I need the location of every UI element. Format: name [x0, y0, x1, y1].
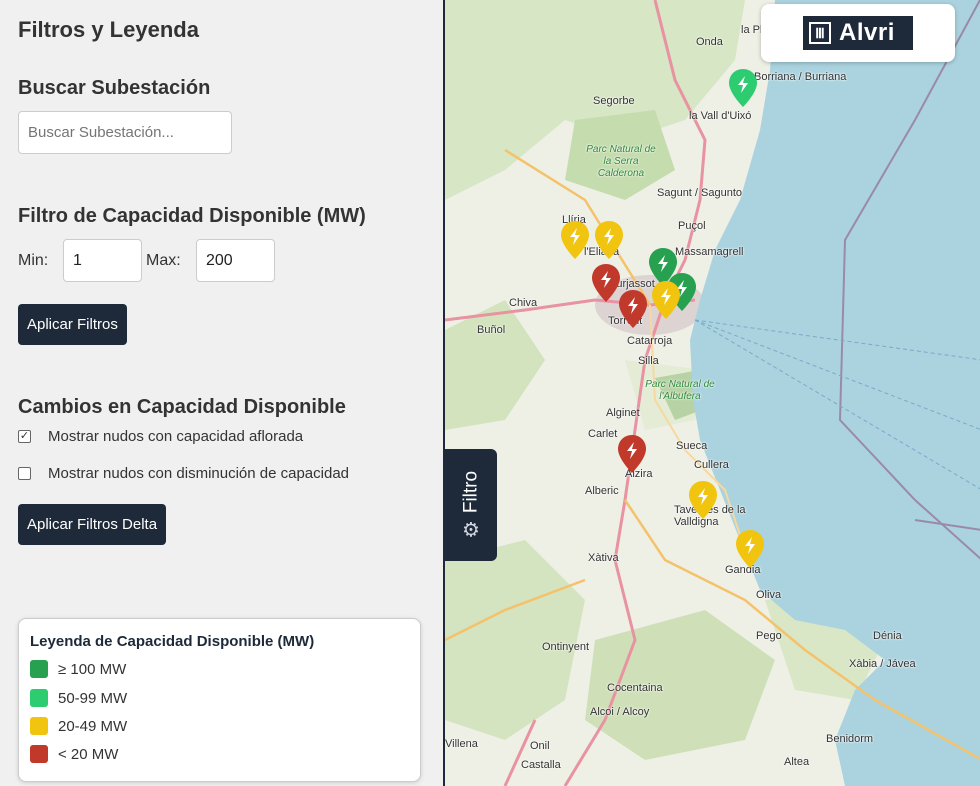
place-label: Xàtiva	[588, 552, 619, 564]
place-label: la Vall d'Uixó	[689, 110, 752, 122]
place-label: Xàbia / Jávea	[849, 658, 916, 670]
gear-icon: ⚙	[462, 519, 480, 542]
park-label: Parc Natural de la Serra Calderona	[586, 144, 656, 179]
place-label: Villena	[445, 738, 478, 750]
place-label: Altea	[784, 756, 810, 768]
filter-toggle-tab[interactable]: ⚙ Filtro	[445, 449, 497, 561]
map-view[interactable]: la Pla Onda Borriana / Burriana Segorbe …	[443, 0, 980, 786]
checkbox-checked[interactable]: ✓	[18, 430, 31, 443]
apply-filters-button[interactable]: Aplicar Filtros	[18, 304, 127, 345]
place-label: Puçol	[678, 220, 706, 232]
substation-marker[interactable]	[617, 434, 647, 474]
substation-marker[interactable]	[618, 289, 648, 329]
legend-item: < 20 MW	[30, 745, 118, 763]
delta-option-label: Mostrar nudos con disminución de capacid…	[48, 465, 350, 482]
place-label: Chiva	[509, 297, 538, 309]
place-label: Oliva	[756, 589, 782, 601]
place-label: Catarroja	[627, 335, 673, 347]
logo-mark-icon: Ⅲ	[809, 22, 831, 44]
place-label: Benidorm	[826, 733, 874, 745]
substation-marker[interactable]	[728, 68, 758, 108]
filter-sidebar: Filtros y Leyenda Buscar Subestación Fil…	[0, 0, 443, 786]
delta-option-decrease[interactable]: Mostrar nudos con disminución de capacid…	[18, 465, 349, 482]
filter-tab-label: Filtro	[460, 470, 481, 514]
legend-swatch	[30, 717, 48, 735]
capacity-heading: Filtro de Capacidad Disponible (MW)	[18, 205, 366, 227]
place-label: Dénia	[873, 630, 902, 642]
alvri-logo: Ⅲ Alvri	[761, 4, 955, 62]
substation-marker[interactable]	[735, 529, 765, 569]
search-heading: Buscar Subestación	[18, 77, 211, 99]
substation-marker[interactable]	[688, 480, 718, 520]
min-label: Min:	[18, 252, 49, 269]
place-label: Alcoi / Alcoy	[590, 706, 650, 718]
legend-label: 50-99 MW	[58, 689, 128, 707]
substation-marker[interactable]	[591, 263, 621, 303]
place-label: Alginet	[606, 407, 640, 419]
capacity-legend: Leyenda de Capacidad Disponible (MW) ≥ 1…	[18, 618, 421, 782]
legend-swatch	[30, 745, 48, 763]
park-label: Parc Natural de l'Albufera	[645, 379, 715, 402]
legend-label: 20-49 MW	[58, 717, 128, 735]
sidebar-title: Filtros y Leyenda	[18, 17, 199, 42]
checkbox-unchecked[interactable]	[18, 467, 31, 480]
legend-swatch	[30, 689, 48, 707]
place-label: Onil	[530, 740, 550, 752]
legend-label: < 20 MW	[58, 745, 119, 763]
place-label: Carlet	[588, 428, 618, 440]
substation-marker[interactable]	[651, 280, 681, 320]
place-label: Silla	[638, 355, 659, 367]
place-label: Borriana / Burriana	[754, 71, 847, 83]
place-label: Sueca	[676, 440, 708, 452]
place-label: Buñol	[477, 324, 506, 336]
place-label: Ontinyent	[542, 641, 590, 653]
place-label: Massamagrell	[675, 246, 744, 258]
logo-badge: Ⅲ Alvri	[803, 16, 913, 50]
place-label: Segorbe	[593, 95, 635, 107]
legend-label: ≥ 100 MW	[58, 660, 127, 678]
legend-swatch	[30, 660, 48, 678]
search-input[interactable]	[18, 111, 232, 154]
legend-item: ≥ 100 MW	[30, 660, 126, 678]
min-capacity-input[interactable]	[63, 239, 142, 282]
place-label: Cocentaina	[607, 682, 663, 694]
place-label: Alberic	[585, 485, 619, 497]
max-label: Max:	[146, 252, 181, 269]
place-label: Castalla	[521, 759, 561, 771]
legend-title: Leyenda de Capacidad Disponible (MW)	[30, 633, 315, 650]
legend-item: 50-99 MW	[30, 689, 127, 707]
max-capacity-input[interactable]	[196, 239, 275, 282]
substation-marker[interactable]	[594, 220, 624, 260]
place-label: Pego	[756, 630, 782, 642]
place-label: Sagunt / Sagunto	[657, 187, 743, 199]
apply-delta-filters-button[interactable]: Aplicar Filtros Delta	[18, 504, 167, 545]
substation-marker[interactable]	[560, 220, 590, 260]
place-label: Cullera	[694, 459, 729, 471]
place-label: Onda	[696, 36, 723, 48]
delta-heading: Cambios en Capacidad Disponible	[18, 396, 346, 418]
legend-item: 20-49 MW	[30, 717, 127, 735]
delta-option-label: Mostrar nudos con capacidad aflorada	[48, 428, 304, 445]
delta-option-increase[interactable]: ✓ Mostrar nudos con capacidad aflorada	[18, 428, 303, 445]
logo-text: Alvri	[839, 19, 895, 46]
